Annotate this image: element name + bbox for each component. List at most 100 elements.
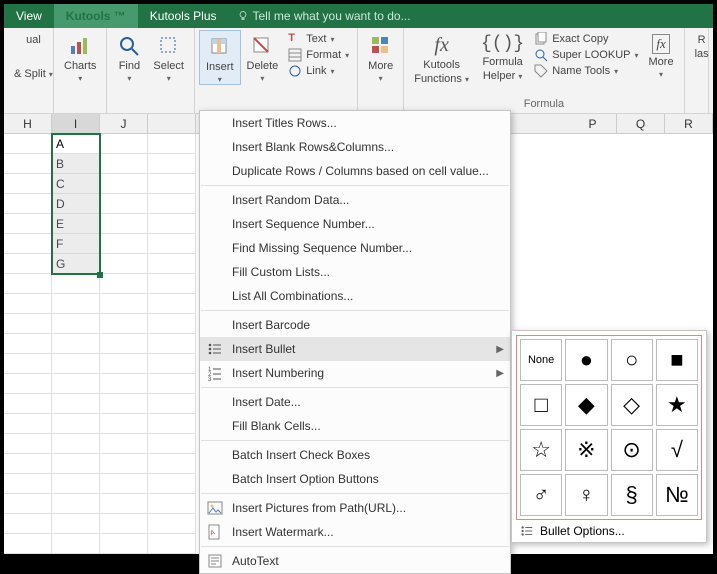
menu-random-data[interactable]: Insert Random Data...	[200, 188, 510, 212]
exact-copy-button[interactable]: Exact Copy	[534, 32, 638, 46]
cell[interactable]: A	[52, 134, 100, 154]
name-tools-button[interactable]: Name Tools ▾	[534, 64, 638, 78]
bullet-list-icon	[520, 524, 534, 538]
col-header[interactable]	[148, 114, 196, 133]
cell[interactable]: B	[52, 154, 100, 174]
cell[interactable]: C	[52, 174, 100, 194]
find-button[interactable]: Find ▾	[111, 30, 147, 83]
bullet-filled-circle[interactable]: ●	[565, 339, 607, 381]
text-button[interactable]: TText ▾	[288, 32, 349, 46]
formula-helper-button[interactable]: {()} Formula Helper ▾	[475, 30, 530, 82]
bullet-filled-star[interactable]: ★	[656, 384, 698, 426]
bullet-filled-square[interactable]: ■	[656, 339, 698, 381]
link-button[interactable]: Link ▾	[288, 64, 349, 78]
tab-view[interactable]: View	[4, 4, 54, 28]
super-lookup-button[interactable]: Super LOOKUP ▾	[534, 48, 638, 62]
bullet-options[interactable]: Bullet Options...	[516, 520, 702, 538]
bullet-circled-dot[interactable]: ⊙	[611, 429, 653, 471]
bullet-male[interactable]: ♂	[520, 474, 562, 516]
chevron-down-icon: ▾	[260, 74, 264, 83]
delete-label: Delete	[247, 60, 279, 72]
tab-kutools-plus[interactable]: Kutools Plus	[138, 4, 229, 28]
bullet-check[interactable]: √	[656, 429, 698, 471]
cell[interactable]: E	[52, 214, 100, 234]
menu-insert-bullet[interactable]: Insert Bullet ▶	[200, 337, 510, 361]
menu-autotext[interactable]: AutoText	[200, 549, 510, 573]
menu-insert-numbering[interactable]: 123 Insert Numbering ▶	[200, 361, 510, 385]
nametools-label: Name Tools	[552, 65, 610, 77]
menu-list-combinations[interactable]: List All Combinations...	[200, 284, 510, 308]
link-icon	[288, 64, 302, 78]
more-button-1[interactable]: More ▾	[362, 30, 399, 83]
menu-find-missing[interactable]: Find Missing Sequence Number...	[200, 236, 510, 260]
chevron-down-icon: ▾	[127, 74, 131, 83]
autotext-icon	[206, 552, 224, 570]
bullet-section[interactable]: §	[611, 474, 653, 516]
bullet-hollow-star[interactable]: ☆	[520, 429, 562, 471]
delete-button[interactable]: Delete ▾	[241, 30, 285, 83]
kfunc-label-b: Functions ▾	[414, 73, 469, 85]
bullet-female[interactable]: ♀	[565, 474, 607, 516]
menu-insert-watermark[interactable]: A Insert Watermark...	[200, 520, 510, 544]
menu-fill-blank-cells[interactable]: Fill Blank Cells...	[200, 414, 510, 438]
select-button[interactable]: Select ▾	[147, 30, 190, 83]
tell-me-search[interactable]: Tell me what you want to do...	[229, 4, 411, 28]
bullet-hollow-square[interactable]: □	[520, 384, 562, 426]
bullet-list-icon	[206, 340, 224, 358]
cell[interactable]: G	[52, 254, 100, 274]
menu-separator	[201, 387, 509, 388]
menu-duplicate-rows[interactable]: Duplicate Rows / Columns based on cell v…	[200, 159, 510, 183]
cell[interactable]: D	[52, 194, 100, 214]
col-header[interactable]: R	[665, 114, 713, 133]
menu-separator	[201, 493, 509, 494]
menu-insert-titles-rows[interactable]: Insert Titles Rows...	[200, 111, 510, 135]
kutools-functions-button[interactable]: fx Kutools Functions ▾	[408, 30, 475, 85]
find-label: Find	[119, 60, 140, 72]
partial-r-button[interactable]: Rlas	[689, 30, 715, 60]
cell[interactable]: F	[52, 234, 100, 254]
tag-icon	[534, 64, 548, 78]
more-button-2[interactable]: fx More ▾	[643, 30, 680, 79]
chevron-down-icon: ▾	[659, 70, 663, 79]
chevron-down-icon: ▾	[379, 74, 383, 83]
chevron-right-icon: ▶	[496, 344, 504, 355]
fill-handle[interactable]	[97, 272, 103, 278]
chevron-down-icon: ▾	[78, 74, 82, 83]
menu-sequence-number[interactable]: Insert Sequence Number...	[200, 212, 510, 236]
visual-partial-button[interactable]: ual & Split ▾	[8, 30, 59, 80]
chevron-down-icon: ▾	[218, 75, 222, 84]
format-button[interactable]: Format ▾	[288, 48, 349, 62]
col-header[interactable]: H	[4, 114, 52, 133]
link-label: Link	[306, 65, 326, 77]
bullet-numero[interactable]: №	[656, 474, 698, 516]
insert-dropdown-menu: Insert Titles Rows... Insert Blank Rows&…	[199, 110, 511, 574]
bullet-filled-diamond[interactable]: ◆	[565, 384, 607, 426]
menu-separator	[201, 440, 509, 441]
menu-separator	[201, 310, 509, 311]
menu-pictures-from-path[interactable]: Insert Pictures from Path(URL)...	[200, 496, 510, 520]
insert-button[interactable]: Insert ▾	[199, 30, 241, 85]
menu-batch-option-buttons[interactable]: Batch Insert Option Buttons	[200, 467, 510, 491]
charts-label: Charts	[64, 60, 96, 72]
format-label: Format	[306, 49, 341, 61]
tab-kutools[interactable]: Kutools ™	[54, 4, 138, 28]
col-header[interactable]: P	[569, 114, 617, 133]
menu-insert-date[interactable]: Insert Date...	[200, 390, 510, 414]
bullet-hollow-circle[interactable]: ○	[611, 339, 653, 381]
col-header[interactable]: I	[52, 114, 100, 133]
bullet-reference-mark[interactable]: ※	[565, 429, 607, 471]
menu-insert-barcode[interactable]: Insert Barcode	[200, 313, 510, 337]
charts-button[interactable]: Charts ▾	[58, 30, 102, 83]
menu-insert-blank-rows-cols[interactable]: Insert Blank Rows&Columns...	[200, 135, 510, 159]
watermark-icon: A	[206, 523, 224, 541]
visual-label: ual	[26, 34, 41, 46]
col-header[interactable]: Q	[617, 114, 665, 133]
menu-fill-custom[interactable]: Fill Custom Lists...	[200, 260, 510, 284]
exactcopy-label: Exact Copy	[552, 33, 608, 45]
menu-batch-checkboxes[interactable]: Batch Insert Check Boxes	[200, 443, 510, 467]
col-header[interactable]: J	[100, 114, 148, 133]
bullet-none[interactable]: None	[520, 339, 562, 381]
more1-label: More	[368, 60, 393, 72]
bullet-hollow-diamond[interactable]: ◇	[611, 384, 653, 426]
menu-separator	[201, 185, 509, 186]
